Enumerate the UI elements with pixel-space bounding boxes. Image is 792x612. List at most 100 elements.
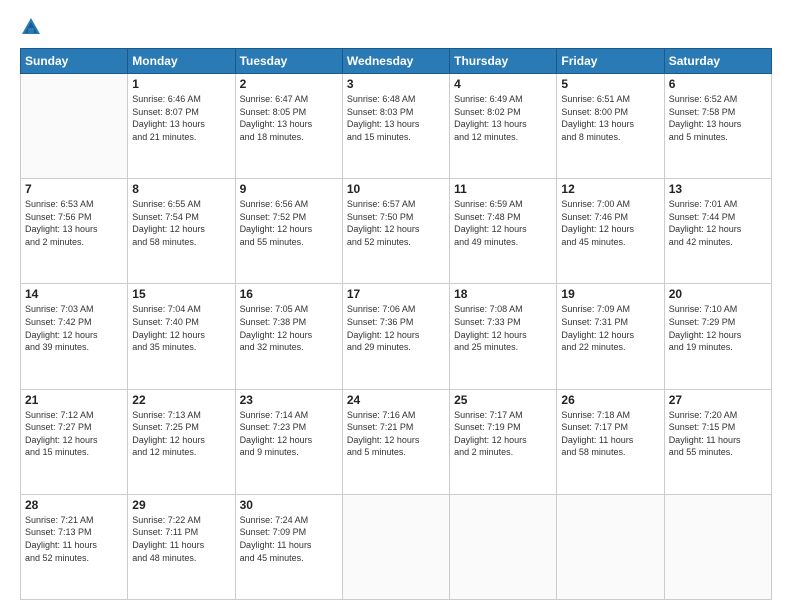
calendar-cell: 15 Sunrise: 7:04 AMSunset: 7:40 PMDayligh… (128, 284, 235, 389)
calendar-cell: 11 Sunrise: 6:59 AMSunset: 7:48 PMDayligh… (450, 179, 557, 284)
day-number: 11 (454, 182, 552, 196)
cell-info: Sunrise: 6:55 AMSunset: 7:54 PMDaylight:… (132, 198, 230, 248)
cell-info: Sunrise: 6:59 AMSunset: 7:48 PMDaylight:… (454, 198, 552, 248)
day-number: 10 (347, 182, 445, 196)
calendar-cell: 22Sunrise: 7:13 AMSunset: 7:25 PMDayligh… (128, 389, 235, 494)
calendar-header: SundayMondayTuesdayWednesdayThursdayFrid… (21, 49, 772, 74)
weekday-header-wednesday: Wednesday (342, 49, 449, 74)
calendar-cell (21, 74, 128, 179)
weekday-header-saturday: Saturday (664, 49, 771, 74)
cell-info: Sunrise: 7:04 AMSunset: 7:40 PMDaylight:… (132, 303, 230, 353)
calendar-cell: 30 Sunrise: 7:24 AMSunset: 7:09 PMDayligh… (235, 494, 342, 599)
calendar-week-4: 21 Sunrise: 7:12 AMSunset: 7:27 PMDayligh… (21, 389, 772, 494)
calendar-cell (557, 494, 664, 599)
cell-info: Sunrise: 6:46 AMSunset: 8:07 PMDaylight:… (132, 93, 230, 143)
calendar-cell: 27 Sunrise: 7:20 AMSunset: 7:15 PMDayligh… (664, 389, 771, 494)
cell-info: Sunrise: 6:56 AMSunset: 7:52 PMDaylight:… (240, 198, 338, 248)
calendar-week-2: 7 Sunrise: 6:53 AMSunset: 7:56 PMDaylight… (21, 179, 772, 284)
calendar-cell: 14 Sunrise: 7:03 AMSunset: 7:42 PMDayligh… (21, 284, 128, 389)
cell-info: Sunrise: 7:10 AMSunset: 7:29 PMDaylight:… (669, 303, 767, 353)
day-number: 3 (347, 77, 445, 91)
day-number: 25 (454, 393, 552, 407)
calendar-cell: 8 Sunrise: 6:55 AMSunset: 7:54 PMDaylight… (128, 179, 235, 284)
calendar-cell (342, 494, 449, 599)
calendar-week-3: 14 Sunrise: 7:03 AMSunset: 7:42 PMDayligh… (21, 284, 772, 389)
calendar-cell: 26Sunrise: 7:18 AMSunset: 7:17 PMDayligh… (557, 389, 664, 494)
calendar-cell: 17 Sunrise: 7:06 AMSunset: 7:36 PMDayligh… (342, 284, 449, 389)
calendar-cell: 9 Sunrise: 6:56 AMSunset: 7:52 PMDaylight… (235, 179, 342, 284)
day-number: 23 (240, 393, 338, 407)
cell-info: Sunrise: 7:17 AMSunset: 7:19 PMDaylight:… (454, 409, 552, 459)
calendar-cell: 5Sunrise: 6:51 AMSunset: 8:00 PMDaylight… (557, 74, 664, 179)
day-number: 21 (25, 393, 123, 407)
calendar-cell: 6 Sunrise: 6:52 AMSunset: 7:58 PMDaylight… (664, 74, 771, 179)
cell-info: Sunrise: 7:09 AMSunset: 7:31 PMDaylight:… (561, 303, 659, 353)
cell-info: Sunrise: 7:20 AMSunset: 7:15 PMDaylight:… (669, 409, 767, 459)
calendar-cell: 28 Sunrise: 7:21 AMSunset: 7:13 PMDayligh… (21, 494, 128, 599)
day-number: 7 (25, 182, 123, 196)
calendar-week-1: 1 Sunrise: 6:46 AMSunset: 8:07 PMDaylight… (21, 74, 772, 179)
cell-info: Sunrise: 7:05 AMSunset: 7:38 PMDaylight:… (240, 303, 338, 353)
cell-info: Sunrise: 7:22 AMSunset: 7:11 PMDaylight:… (132, 514, 230, 564)
cell-info: Sunrise: 7:01 AMSunset: 7:44 PMDaylight:… (669, 198, 767, 248)
day-number: 15 (132, 287, 230, 301)
calendar-table: SundayMondayTuesdayWednesdayThursdayFrid… (20, 48, 772, 600)
cell-info: Sunrise: 7:03 AMSunset: 7:42 PMDaylight:… (25, 303, 123, 353)
day-number: 12 (561, 182, 659, 196)
day-number: 28 (25, 498, 123, 512)
cell-info: Sunrise: 6:52 AMSunset: 7:58 PMDaylight:… (669, 93, 767, 143)
cell-info: Sunrise: 7:18 AMSunset: 7:17 PMDaylight:… (561, 409, 659, 459)
cell-info: Sunrise: 6:49 AMSunset: 8:02 PMDaylight:… (454, 93, 552, 143)
cell-info: Sunrise: 7:12 AMSunset: 7:27 PMDaylight:… (25, 409, 123, 459)
page: SundayMondayTuesdayWednesdayThursdayFrid… (0, 0, 792, 612)
logo (20, 16, 46, 38)
calendar-cell: 13 Sunrise: 7:01 AMSunset: 7:44 PMDayligh… (664, 179, 771, 284)
cell-info: Sunrise: 7:13 AMSunset: 7:25 PMDaylight:… (132, 409, 230, 459)
day-number: 16 (240, 287, 338, 301)
cell-info: Sunrise: 7:08 AMSunset: 7:33 PMDaylight:… (454, 303, 552, 353)
day-number: 13 (669, 182, 767, 196)
calendar-cell: 25 Sunrise: 7:17 AMSunset: 7:19 PMDayligh… (450, 389, 557, 494)
calendar-cell: 4 Sunrise: 6:49 AMSunset: 8:02 PMDaylight… (450, 74, 557, 179)
weekday-header-sunday: Sunday (21, 49, 128, 74)
day-number: 17 (347, 287, 445, 301)
calendar-body: 1 Sunrise: 6:46 AMSunset: 8:07 PMDaylight… (21, 74, 772, 600)
weekday-header-monday: Monday (128, 49, 235, 74)
calendar-cell: 20Sunrise: 7:10 AMSunset: 7:29 PMDayligh… (664, 284, 771, 389)
day-number: 5 (561, 77, 659, 91)
day-number: 24 (347, 393, 445, 407)
calendar-cell (664, 494, 771, 599)
day-number: 4 (454, 77, 552, 91)
day-number: 30 (240, 498, 338, 512)
day-number: 6 (669, 77, 767, 91)
cell-info: Sunrise: 6:48 AMSunset: 8:03 PMDaylight:… (347, 93, 445, 143)
day-number: 18 (454, 287, 552, 301)
calendar-cell: 23 Sunrise: 7:14 AMSunset: 7:23 PMDayligh… (235, 389, 342, 494)
calendar-cell: 21 Sunrise: 7:12 AMSunset: 7:27 PMDayligh… (21, 389, 128, 494)
calendar-cell: 24Sunrise: 7:16 AMSunset: 7:21 PMDayligh… (342, 389, 449, 494)
cell-info: Sunrise: 7:00 AMSunset: 7:46 PMDaylight:… (561, 198, 659, 248)
cell-info: Sunrise: 6:53 AMSunset: 7:56 PMDaylight:… (25, 198, 123, 248)
cell-info: Sunrise: 7:24 AMSunset: 7:09 PMDaylight:… (240, 514, 338, 564)
calendar-cell: 3 Sunrise: 6:48 AMSunset: 8:03 PMDaylight… (342, 74, 449, 179)
cell-info: Sunrise: 7:06 AMSunset: 7:36 PMDaylight:… (347, 303, 445, 353)
cell-info: Sunrise: 6:47 AMSunset: 8:05 PMDaylight:… (240, 93, 338, 143)
day-number: 27 (669, 393, 767, 407)
logo-icon (20, 16, 42, 38)
day-number: 8 (132, 182, 230, 196)
cell-info: Sunrise: 7:14 AMSunset: 7:23 PMDaylight:… (240, 409, 338, 459)
weekday-header-friday: Friday (557, 49, 664, 74)
calendar-cell: 12 Sunrise: 7:00 AMSunset: 7:46 PMDayligh… (557, 179, 664, 284)
day-number: 9 (240, 182, 338, 196)
day-number: 1 (132, 77, 230, 91)
calendar-cell: 29 Sunrise: 7:22 AMSunset: 7:11 PMDayligh… (128, 494, 235, 599)
cell-info: Sunrise: 7:21 AMSunset: 7:13 PMDaylight:… (25, 514, 123, 564)
calendar-week-5: 28 Sunrise: 7:21 AMSunset: 7:13 PMDayligh… (21, 494, 772, 599)
calendar-cell: 16 Sunrise: 7:05 AMSunset: 7:38 PMDayligh… (235, 284, 342, 389)
day-number: 19 (561, 287, 659, 301)
day-number: 29 (132, 498, 230, 512)
calendar-cell: 18 Sunrise: 7:08 AMSunset: 7:33 PMDayligh… (450, 284, 557, 389)
day-number: 2 (240, 77, 338, 91)
calendar-cell: 7 Sunrise: 6:53 AMSunset: 7:56 PMDaylight… (21, 179, 128, 284)
day-number: 14 (25, 287, 123, 301)
